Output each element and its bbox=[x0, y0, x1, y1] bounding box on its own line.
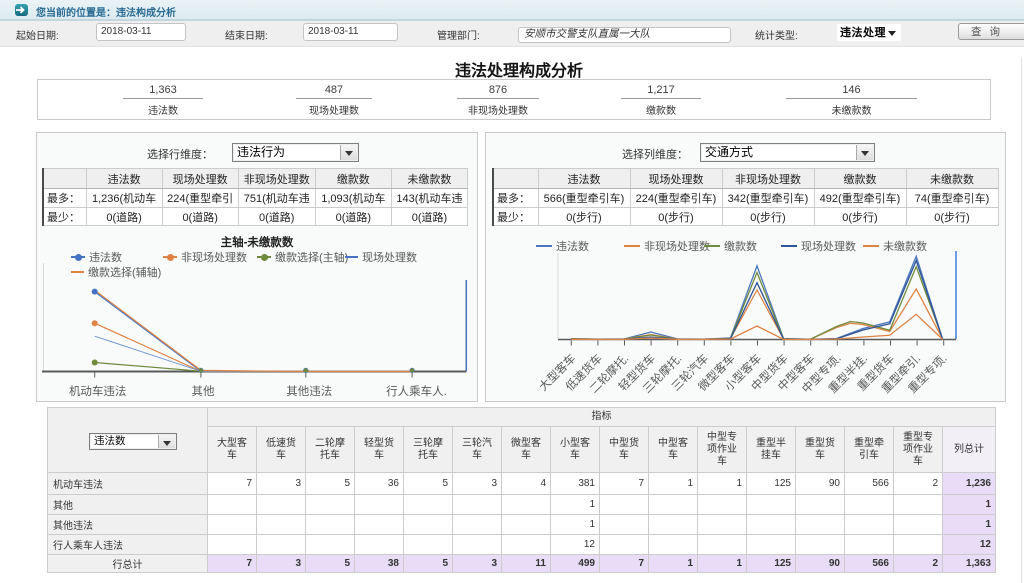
svg-text:其他: 其他 bbox=[192, 385, 215, 398]
svg-text:机动车违法: 机动车违法 bbox=[69, 384, 127, 398]
svg-text:行人乘车人.: 行人乘车人. bbox=[386, 384, 447, 398]
svg-text:其他违法: 其他违法 bbox=[286, 384, 332, 398]
